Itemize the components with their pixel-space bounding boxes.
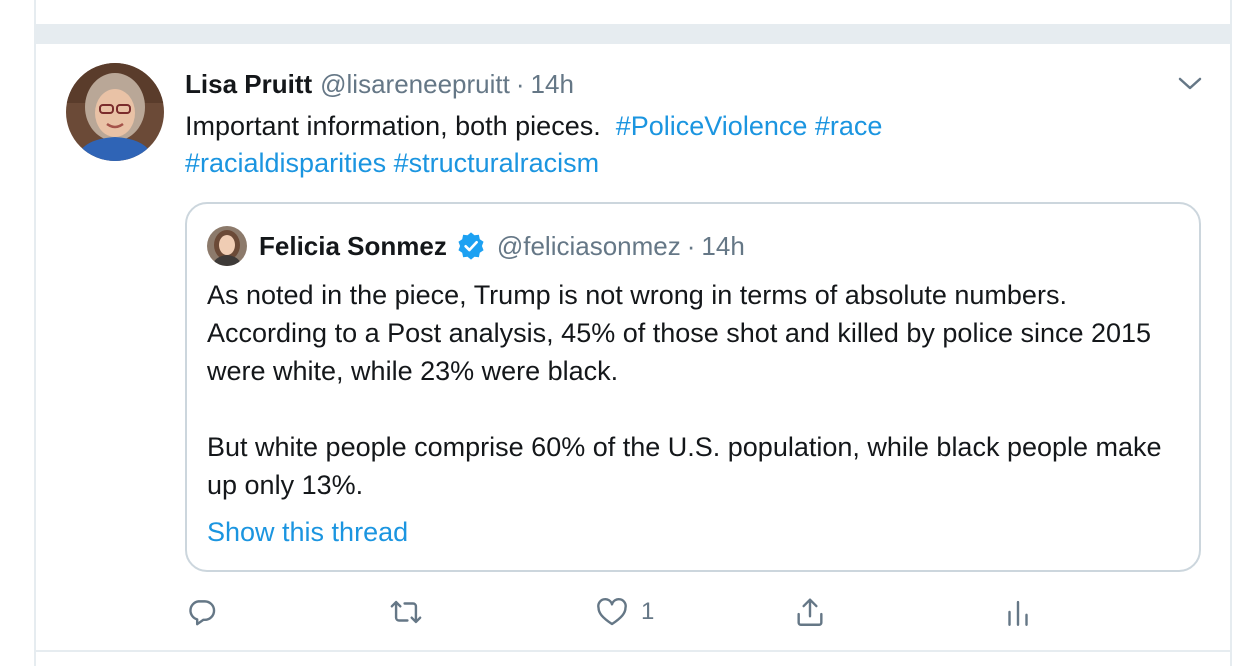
hashtag-link[interactable]: #race — [815, 111, 883, 141]
separator-dot: · — [686, 231, 696, 261]
avatar[interactable] — [66, 63, 164, 161]
quoted-paragraph: As noted in the piece, Trump is not wron… — [207, 280, 1152, 386]
quoted-tweet-text: As noted in the piece, Trump is not wron… — [207, 276, 1167, 504]
quoted-tweet-header: Felicia Sonmez @feliciasonmez · 14h — [259, 228, 745, 264]
like-icon — [595, 595, 629, 629]
like-count: 1 — [641, 598, 655, 625]
retweet-icon — [387, 595, 425, 629]
author-name[interactable]: Lisa Pruitt — [185, 69, 312, 99]
quoted-author-handle[interactable]: @feliciasonmez — [497, 228, 681, 264]
chevron-down-icon[interactable] — [1174, 70, 1206, 98]
hashtag-link[interactable]: #PoliceViolence — [616, 111, 808, 141]
author-handle[interactable]: @lisareneepruitt — [320, 69, 510, 99]
timeline-column: Lisa Pruitt @lisareneepruitt · 14h Importan… — [34, 0, 1232, 666]
analytics-icon — [1001, 595, 1035, 629]
separator-dot: · — [515, 69, 525, 99]
hashtag-link[interactable]: #structuralracism — [394, 148, 600, 178]
analytics-button[interactable] — [1001, 590, 1035, 634]
like-button[interactable]: 1 — [595, 590, 654, 634]
retweet-button[interactable] — [387, 590, 425, 634]
share-button[interactable] — [793, 590, 827, 634]
quoted-avatar[interactable] — [207, 226, 247, 266]
quoted-tweet-card[interactable]: Felicia Sonmez @feliciasonmez · 14h As not… — [185, 202, 1201, 572]
quoted-paragraph: But white people comprise 60% of the U.S… — [207, 432, 1162, 500]
verified-badge-icon — [455, 230, 487, 262]
share-icon — [793, 595, 827, 629]
quoted-timestamp[interactable]: 14h — [701, 228, 744, 264]
reply-icon — [185, 595, 219, 629]
tweet-timestamp[interactable]: 14h — [531, 69, 574, 99]
tweet-header: Lisa Pruitt @lisareneepruitt · 14h — [185, 67, 574, 101]
timeline-separator — [36, 24, 1230, 44]
quoted-author-name[interactable]: Felicia Sonmez — [259, 228, 447, 264]
hashtag-link[interactable]: #racialdisparities — [185, 148, 386, 178]
tweet-divider — [36, 650, 1230, 652]
tweet-actions: 1 — [185, 590, 1085, 634]
reply-button[interactable] — [185, 590, 219, 634]
show-thread-link[interactable]: Show this thread — [207, 513, 408, 551]
tweet-text: Important information, both pieces. #Pol… — [185, 108, 1145, 182]
tweet-text-intro: Important information, both pieces. — [185, 111, 601, 141]
